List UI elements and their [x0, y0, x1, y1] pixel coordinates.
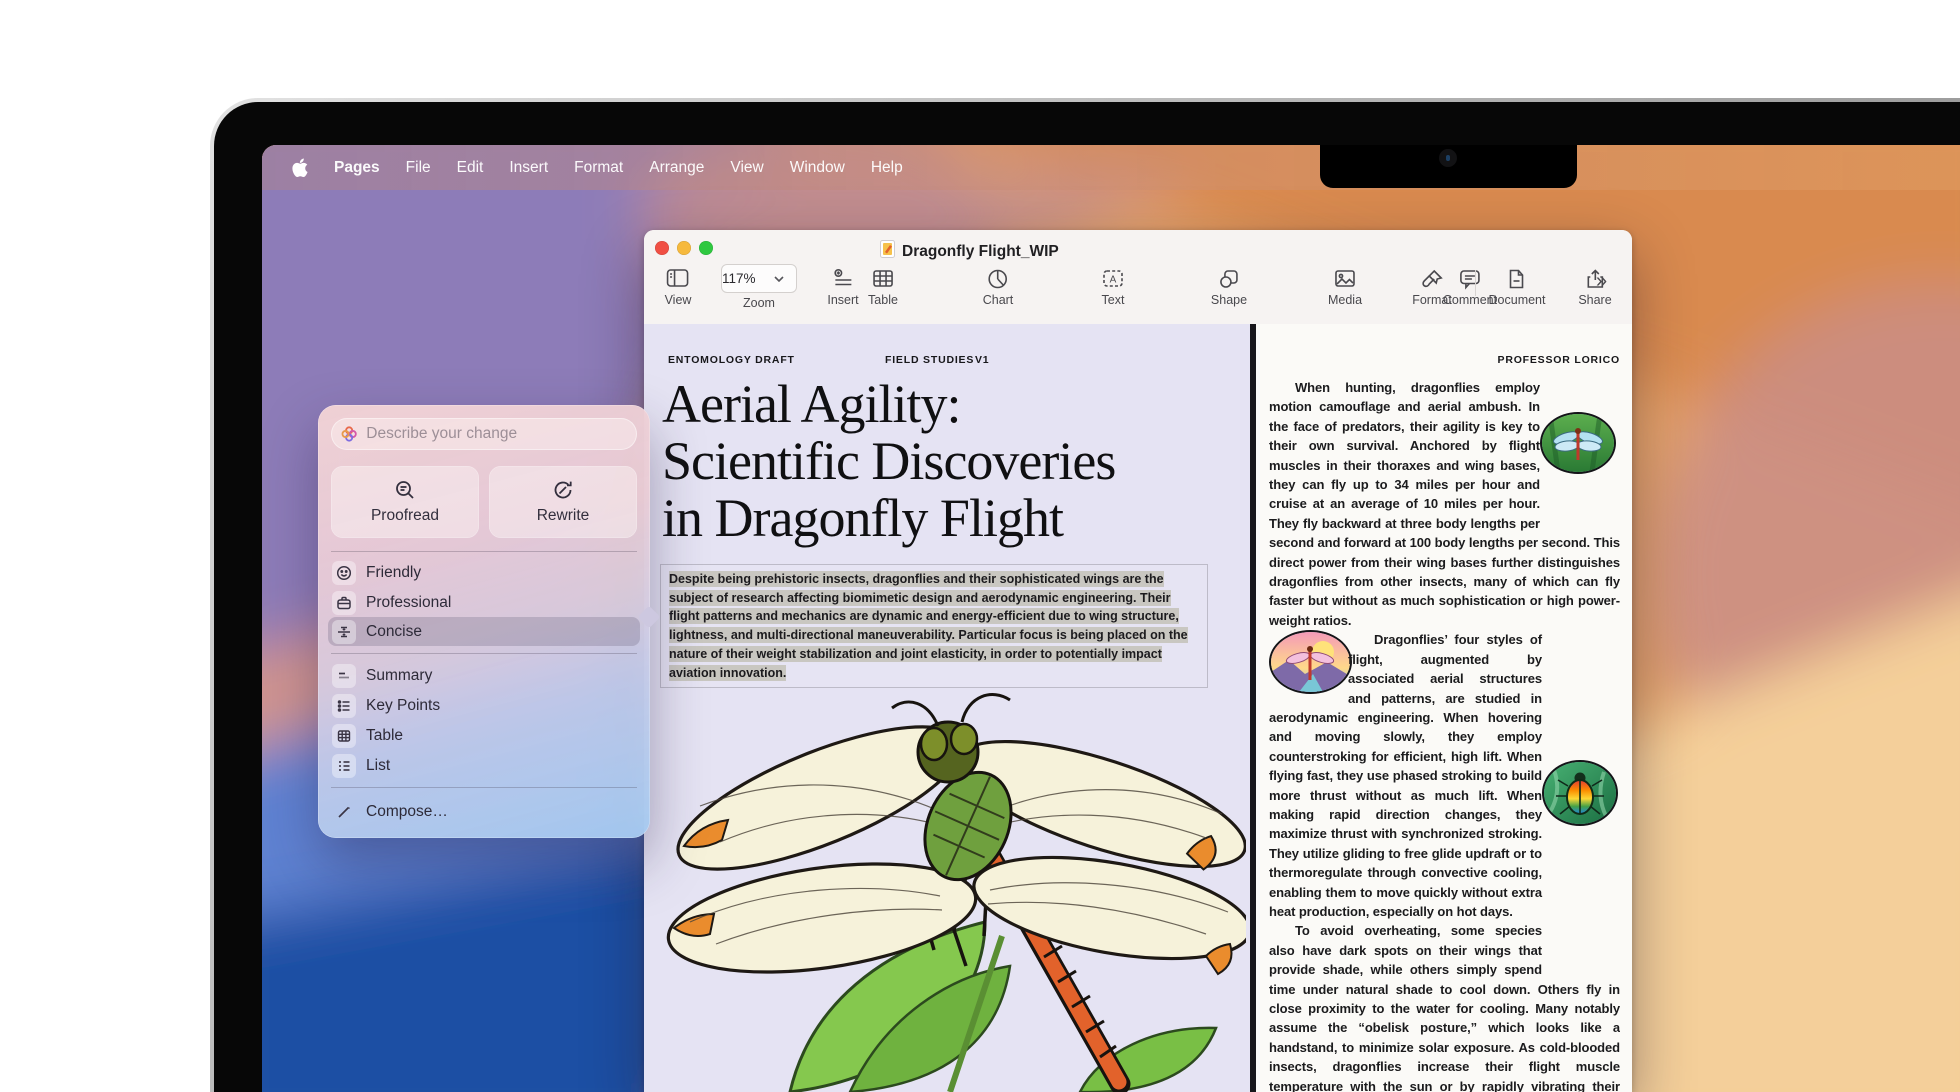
close-button[interactable]	[655, 241, 669, 255]
text-box-icon: A	[1101, 268, 1125, 290]
chevron-down-icon	[774, 276, 784, 282]
header-version: V1	[975, 354, 989, 366]
shape-icon	[1217, 268, 1241, 290]
selected-text-box[interactable]: Despite being prehistoric insects, drago…	[660, 564, 1208, 688]
toolbar-overflow-button[interactable]: »	[1596, 270, 1605, 293]
zoom-value: 117%	[722, 271, 756, 286]
body-text-column[interactable]: When hunting, dragonflies employ motion …	[1269, 378, 1620, 1092]
compose-option[interactable]: Compose…	[328, 797, 640, 826]
toolbar-table-button[interactable]: Table	[868, 268, 898, 307]
toolbar-view-button[interactable]: View	[665, 268, 692, 307]
macbook-screen: Pages File Edit Insert Format Arrange Vi…	[262, 145, 1960, 1092]
document-proxy-icon[interactable]	[880, 240, 895, 263]
comment-icon	[1458, 268, 1482, 290]
beetle-photo	[1542, 760, 1618, 826]
insert-icon	[831, 268, 855, 290]
minimize-button[interactable]	[677, 241, 691, 255]
toolbar-media-button[interactable]: Media	[1328, 268, 1362, 307]
menu-item-file[interactable]: File	[406, 159, 431, 177]
window-title: Dragonfly Flight_WIP	[902, 243, 1059, 261]
window-chrome: Dragonfly Flight_WIP View 117% Zoom I	[644, 230, 1632, 325]
menu-bar: Pages File Edit Insert Format Arrange Vi…	[262, 145, 1960, 190]
toolbar-format-button[interactable]: Format	[1412, 268, 1452, 307]
fullscreen-button[interactable]	[699, 241, 713, 255]
transform-option-summary[interactable]: Summary	[328, 661, 640, 690]
intro-paragraph-highlighted: Despite being prehistoric insects, drago…	[669, 571, 1188, 681]
menu-item-arrange[interactable]: Arrange	[649, 159, 704, 177]
writing-tools-popup: Proofread Rewrite Friendly Professional …	[318, 405, 650, 838]
tone-option-professional[interactable]: Professional	[328, 588, 640, 617]
document-icon	[1505, 268, 1529, 290]
magnifier-lines-icon	[394, 479, 416, 501]
table-grid-icon	[336, 728, 352, 744]
menu-item-help[interactable]: Help	[871, 159, 903, 177]
header-entomology-draft: ENTOMOLOGY DRAFT	[668, 354, 795, 366]
briefcase-icon	[336, 595, 352, 611]
document-page-right: PROFESSOR LORICO When hunting, dragonfli…	[1256, 324, 1632, 1092]
paragraph-2: Dragonflies’ four styles of flight, augm…	[1269, 630, 1620, 921]
bullet-list-icon	[336, 698, 352, 714]
transform-option-list[interactable]: List	[328, 751, 640, 780]
toolbar-document-button[interactable]: Document	[1489, 268, 1546, 307]
document-canvas[interactable]: ENTOMOLOGY DRAFT FIELD STUDIES V1 Aerial…	[644, 324, 1632, 1092]
pages-window: Dragonfly Flight_WIP View 117% Zoom I	[644, 230, 1632, 1092]
compose-pencil-icon	[336, 804, 352, 820]
document-page-left: ENTOMOLOGY DRAFT FIELD STUDIES V1 Aerial…	[644, 324, 1250, 1092]
chart-icon	[986, 268, 1010, 290]
menu-item-pages[interactable]: Pages	[334, 159, 380, 177]
traffic-lights	[655, 241, 713, 255]
toolbar-text-button[interactable]: A Text	[1101, 268, 1125, 307]
popup-divider-2	[331, 653, 637, 654]
circular-rewrite-icon	[552, 479, 574, 501]
toolbar-insert-button[interactable]: Insert	[827, 268, 858, 307]
apple-logo-icon[interactable]	[292, 158, 308, 177]
menu-item-insert[interactable]: Insert	[509, 159, 548, 177]
menu-item-edit[interactable]: Edit	[457, 159, 484, 177]
menu-item-format[interactable]: Format	[574, 159, 623, 177]
toolbar-zoom-control[interactable]: 117% Zoom	[721, 264, 797, 310]
menu-item-view[interactable]: View	[730, 159, 763, 177]
dragonfly-photo-sunset	[1269, 630, 1352, 694]
header-field-studies: FIELD STUDIES	[885, 354, 974, 366]
describe-change-field[interactable]	[331, 418, 637, 450]
sidebar-view-icon	[666, 268, 690, 290]
toolbar-shape-button[interactable]: Shape	[1211, 268, 1247, 307]
popup-divider-1	[331, 551, 637, 552]
dash-list-icon	[336, 758, 352, 774]
table-icon	[871, 268, 895, 290]
tone-option-friendly[interactable]: Friendly	[328, 558, 640, 587]
popup-divider-3	[331, 787, 637, 788]
smiley-icon	[336, 565, 352, 581]
toolbar-chart-button[interactable]: Chart	[983, 268, 1014, 307]
media-icon	[1333, 268, 1357, 290]
camera-icon	[1439, 149, 1457, 167]
window-title-group: Dragonfly Flight_WIP	[880, 240, 1059, 263]
header-professor-lorico: PROFESSOR LORICO	[1498, 354, 1620, 366]
proofread-button[interactable]: Proofread	[331, 466, 479, 538]
rewrite-button[interactable]: Rewrite	[489, 466, 637, 538]
format-brush-icon	[1420, 268, 1444, 290]
summary-lines-icon	[336, 668, 352, 684]
document-title: Aerial Agility: Scientific Discoveries i…	[662, 376, 1115, 547]
describe-change-input[interactable]	[364, 424, 627, 444]
screenshot-root: Pages File Edit Insert Format Arrange Vi…	[0, 0, 1960, 1092]
transform-option-table[interactable]: Table	[328, 721, 640, 750]
dragonfly-illustration	[650, 686, 1246, 1092]
display-notch	[1320, 145, 1577, 188]
toolbar-share-button[interactable]: Share	[1578, 268, 1611, 307]
menu-item-window[interactable]: Window	[790, 159, 845, 177]
paragraph-1: When hunting, dragonflies employ motion …	[1269, 378, 1620, 630]
apple-intelligence-icon	[341, 425, 357, 443]
toolbar-separator	[1475, 270, 1476, 296]
transform-option-key-points[interactable]: Key Points	[328, 691, 640, 720]
dragonfly-photo-jungle	[1540, 412, 1616, 474]
tone-option-concise[interactable]: Concise	[328, 617, 640, 646]
concise-compress-icon	[336, 624, 352, 640]
svg-text:A: A	[1110, 275, 1117, 286]
